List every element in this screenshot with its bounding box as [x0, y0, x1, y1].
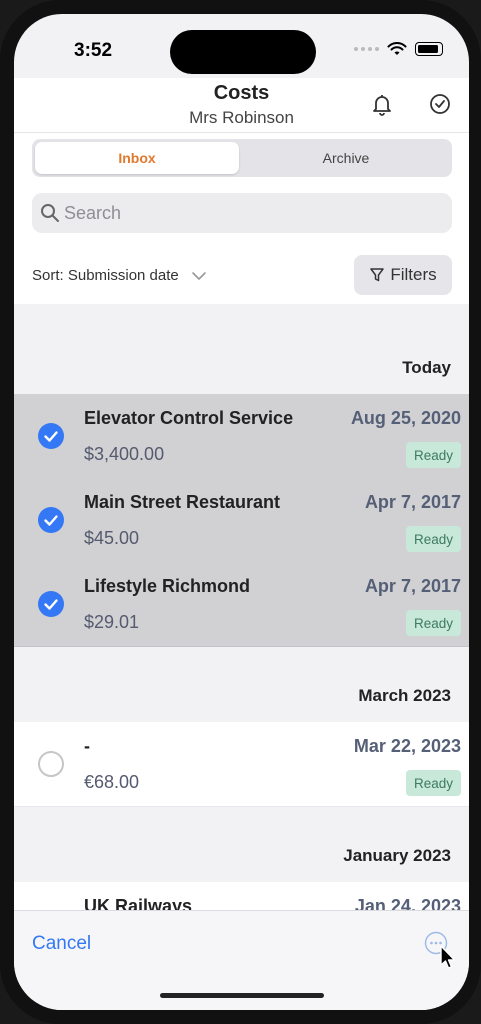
unselected-checkbox[interactable]: [38, 751, 64, 777]
item-date: Mar 22, 2023: [353, 736, 461, 756]
list-item[interactable]: - €68.00 Mar 22, 2023 Ready: [14, 722, 469, 807]
status-icons: [354, 42, 443, 56]
controls-area: Inbox Archive Search Sort: Submission da…: [14, 132, 469, 305]
app-screen: 3:52 Costs Mrs Robinson Inbox Archive Se…: [14, 14, 469, 1010]
check-circle-icon[interactable]: [428, 92, 452, 116]
bell-icon[interactable]: [370, 92, 394, 116]
costs-list: Today Elevator Control Service $3,400.00…: [14, 304, 469, 910]
search-icon: [41, 204, 59, 222]
item-name: Lifestyle Richmond: [84, 576, 251, 596]
segmented-control: Inbox Archive: [32, 139, 452, 177]
item-date: Jan 24, 2023: [354, 896, 461, 910]
sort-dropdown[interactable]: Sort: Submission date: [32, 267, 207, 284]
battery-icon: [415, 42, 443, 56]
item-amount: $3,400.00: [84, 444, 165, 464]
page-subtitle: Mrs Robinson: [189, 108, 294, 127]
cancel-button[interactable]: Cancel: [32, 933, 91, 955]
selected-checkbox[interactable]: [38, 423, 64, 449]
section-header-march-2023: March 2023: [358, 686, 451, 705]
sort-label: Sort: Submission date: [32, 267, 179, 284]
device-frame: 3:52 Costs Mrs Robinson Inbox Archive Se…: [0, 0, 481, 1024]
dynamic-island: [170, 30, 316, 74]
checkmark-icon: [44, 599, 58, 610]
item-name: Elevator Control Service: [84, 408, 294, 428]
tab-archive[interactable]: Archive: [244, 142, 448, 174]
section-header-january-2023: January 2023: [343, 846, 451, 865]
list-item[interactable]: Elevator Control Service $3,400.00 Aug 2…: [14, 394, 469, 479]
filters-button[interactable]: Filters: [354, 255, 452, 295]
page-title: Costs: [213, 82, 270, 104]
wifi-icon: [387, 42, 407, 55]
nav-header: Costs Mrs Robinson: [14, 78, 469, 132]
home-indicator: [160, 993, 324, 998]
item-date: Apr 7, 2017: [364, 576, 461, 596]
filter-icon: [370, 268, 385, 282]
search-input[interactable]: Search: [32, 193, 452, 233]
selected-checkbox[interactable]: [38, 507, 64, 533]
status-badge: Ready: [405, 526, 461, 552]
section-header-today: Today: [402, 358, 451, 377]
list-item[interactable]: UK Railways Jan 24, 2023: [14, 882, 469, 910]
item-date: Aug 25, 2020: [350, 408, 461, 428]
item-amount: $29.01: [84, 612, 140, 632]
item-name: -: [84, 736, 90, 756]
item-amount: €68.00: [84, 772, 140, 792]
filters-label: Filters: [390, 265, 437, 284]
status-badge: Ready: [405, 770, 461, 796]
list-item[interactable]: Main Street Restaurant $45.00 Apr 7, 201…: [14, 478, 469, 563]
chevron-down-icon: [191, 271, 206, 280]
status-badge: Ready: [405, 442, 461, 468]
item-name: UK Railways: [84, 896, 193, 910]
status-time: 3:52: [74, 40, 113, 61]
mouse-pointer-icon: [440, 945, 456, 969]
search-placeholder: Search: [64, 203, 122, 223]
selected-checkbox[interactable]: [38, 591, 64, 617]
bottom-toolbar: Cancel: [14, 910, 469, 1010]
item-date: Apr 7, 2017: [364, 492, 461, 512]
list-item[interactable]: Lifestyle Richmond $29.01 Apr 7, 2017 Re…: [14, 562, 469, 647]
tab-inbox[interactable]: Inbox: [35, 142, 239, 174]
status-badge: Ready: [405, 610, 461, 636]
item-amount: $45.00: [84, 528, 140, 548]
checkmark-icon: [44, 431, 58, 442]
item-name: Main Street Restaurant: [84, 492, 281, 512]
signal-icon: [354, 47, 379, 51]
checkmark-icon: [44, 515, 58, 526]
